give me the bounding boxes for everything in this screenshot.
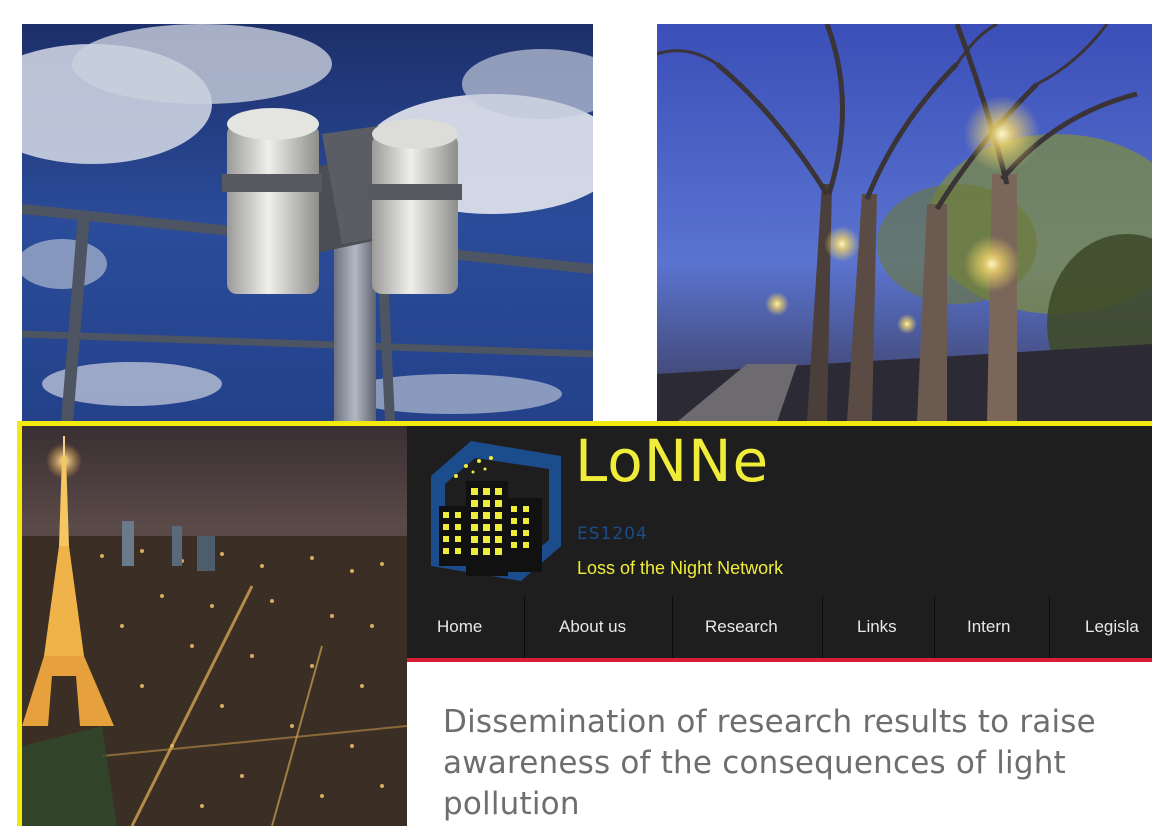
street-lights-photo [657,24,1152,422]
lonne-logo-icon[interactable] [411,436,573,586]
sensor-photo [22,24,593,422]
highlighted-composite: LoNNe ES1204 Loss of the Night Network H… [17,421,1152,826]
nav-item-about-us[interactable]: About us [525,596,673,658]
street-lights-trees-image [657,24,1152,422]
site-logo-tagline: Loss of the Night Network [577,558,784,578]
nav-item-links[interactable]: Links [823,596,935,658]
site-logo-code: ES1204 [577,524,648,544]
page-headline: Dissemination of research results to rai… [443,704,1096,822]
site-header: LoNNe ES1204 Loss of the Night Network [407,426,1152,596]
nav-item-intern[interactable]: Intern [935,596,1050,658]
main-navigation: Home About us Research Links Intern Legi… [407,596,1152,662]
lonne-website: LoNNe ES1204 Loss of the Night Network H… [407,426,1152,826]
nav-item-home[interactable]: Home [407,596,525,658]
site-logo-title[interactable]: LoNNe [575,432,769,490]
sky-quality-sensor-image [22,24,593,422]
paris-skyline-photo [22,426,407,826]
nav-item-legislation[interactable]: Legisla [1050,596,1152,658]
nav-item-research[interactable]: Research [673,596,823,658]
paris-night-skyline-image [22,426,407,826]
